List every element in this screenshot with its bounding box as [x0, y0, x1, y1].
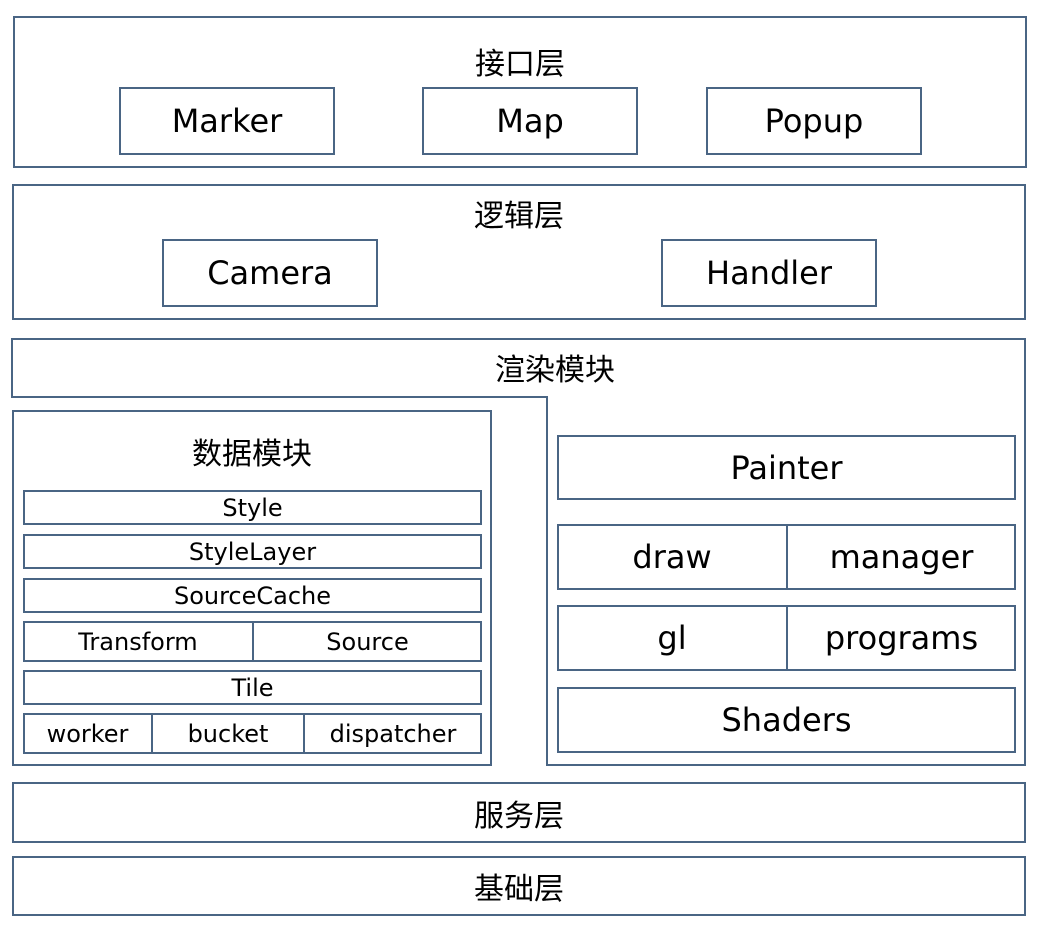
shaders-box: Shaders: [557, 687, 1016, 753]
transform-cell: Transform: [78, 627, 198, 656]
dispatcher-cell: dispatcher: [329, 719, 457, 748]
style-layer-box: StyleLayer: [23, 534, 482, 569]
render-module-title: 渲染模块: [495, 353, 615, 388]
source-cache-box: SourceCache: [23, 578, 482, 613]
style-box: Style: [23, 490, 482, 525]
programs-cell: programs: [824, 619, 979, 657]
draw-cell: draw: [632, 538, 712, 576]
tile-box: Tile: [23, 670, 482, 705]
service-layer: 服务层: [12, 782, 1026, 843]
source-cell: Source: [326, 627, 409, 656]
worker-cell: worker: [46, 719, 129, 748]
painter-box: Painter: [557, 435, 1016, 500]
bucket-cell: bucket: [187, 719, 269, 748]
data-module-title: 数据模块: [192, 437, 312, 472]
base-layer: 基础层: [12, 856, 1026, 916]
manager-cell: manager: [829, 538, 974, 576]
gl-cell: gl: [657, 619, 687, 657]
